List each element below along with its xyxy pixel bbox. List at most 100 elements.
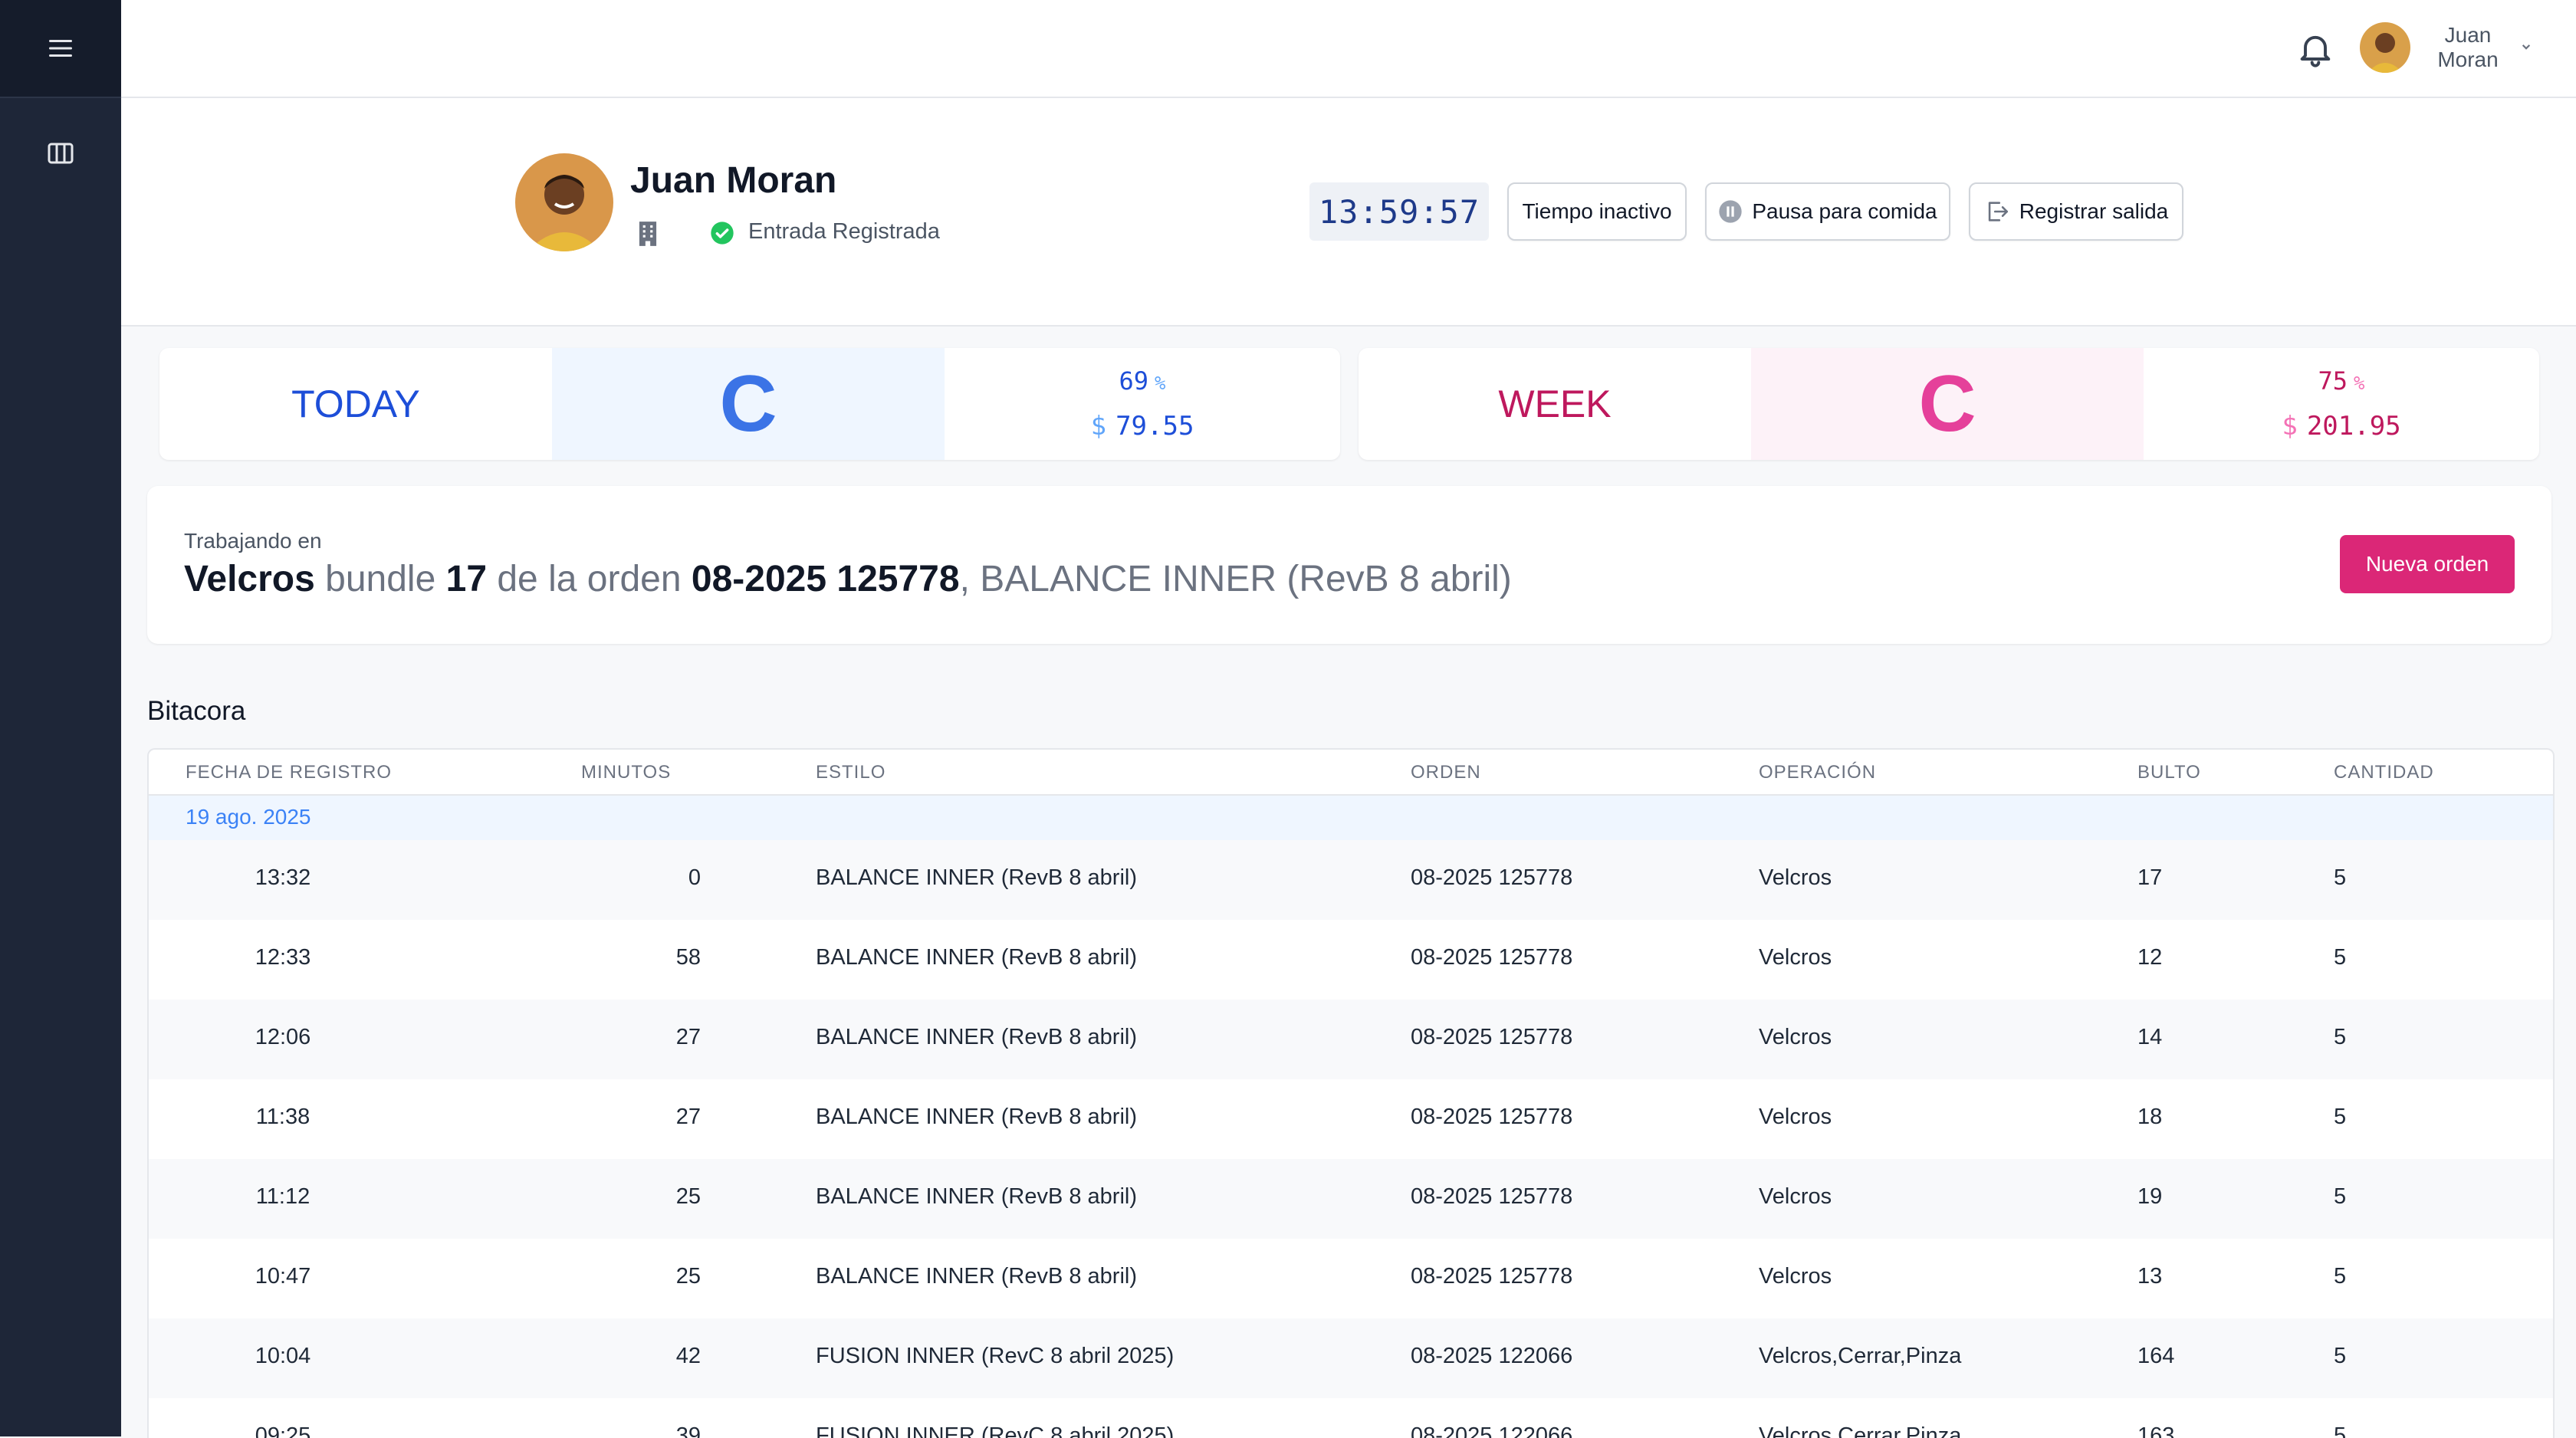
- week-values: 75% $201.95: [2144, 348, 2539, 460]
- current-work-card: Trabajando en Velcros bundle 17 de la or…: [147, 486, 2551, 644]
- table-row[interactable]: 10:04 42 FUSION INNER (RevC 8 abril 2025) 0…: [149, 1318, 2553, 1398]
- cell-operation: Velcros,Cerrar,Pinza: [1759, 1423, 1962, 1438]
- sidebar: [0, 0, 121, 1436]
- column-header-date[interactable]: FECHA DE REGISTRO: [186, 762, 392, 783]
- column-header-operation[interactable]: OPERACIÓN: [1759, 762, 1876, 783]
- table-header: FECHA DE REGISTRO MINUTOS ESTILO ORDEN O…: [149, 750, 2553, 796]
- cell-quantity: 5: [2334, 1184, 2347, 1209]
- columns-icon: [48, 143, 74, 164]
- cell-style: BALANCE INNER (RevB 8 abril): [816, 1025, 1137, 1049]
- cell-operation: Velcros,Cerrar,Pinza: [1759, 1344, 1962, 1368]
- cell-style: BALANCE INNER (RevB 8 abril): [816, 1184, 1137, 1209]
- cell-style: BALANCE INNER (RevB 8 abril): [816, 865, 1137, 890]
- column-header-bundle[interactable]: BULTO: [2137, 762, 2201, 783]
- cell-order: 08-2025 125778: [1411, 865, 1573, 890]
- cell-style: BALANCE INNER (RevB 8 abril): [816, 945, 1137, 970]
- work-order: 08-2025 125778: [691, 559, 960, 599]
- column-header-style[interactable]: ESTILO: [816, 762, 886, 783]
- cell-quantity: 5: [2334, 1344, 2347, 1368]
- sidebar-item-board[interactable]: [0, 98, 121, 208]
- notifications-button[interactable]: [2295, 29, 2335, 69]
- cell-operation: Velcros: [1759, 945, 1832, 970]
- user-menu-name[interactable]: Juan Moran: [2426, 23, 2510, 72]
- cell-style: BALANCE INNER (RevB 8 abril): [816, 1264, 1137, 1289]
- cell-style: BALANCE INNER (RevB 8 abril): [816, 1105, 1137, 1129]
- cell-minutes: 42: [675, 1344, 701, 1368]
- table-row[interactable]: 13:32 0 BALANCE INNER (RevB 8 abril) 08-202…: [149, 840, 2553, 920]
- week-percent: 75: [2318, 366, 2348, 396]
- week-stats-card: WEEK C 75% $201.95: [1359, 348, 2539, 460]
- cell-time: 11:38: [255, 1105, 310, 1129]
- cell-order: 08-2025 125778: [1411, 1025, 1573, 1049]
- user-menu-toggle[interactable]: [2516, 37, 2536, 57]
- cell-minutes: 27: [675, 1025, 701, 1049]
- cell-style: FUSION INNER (RevC 8 abril 2025): [816, 1344, 1175, 1368]
- today-amount: 79.55: [1116, 411, 1194, 442]
- menu-toggle-button[interactable]: [0, 0, 121, 98]
- work-style: BALANCE INNER (RevB 8 abril): [980, 559, 1512, 599]
- cell-order: 08-2025 125778: [1411, 1105, 1573, 1129]
- today-currency: $: [1090, 411, 1107, 442]
- column-header-order[interactable]: ORDEN: [1411, 762, 1481, 783]
- idle-time-label: Tiempo inactivo: [1522, 199, 1672, 223]
- table-row[interactable]: 10:47 25 BALANCE INNER (RevB 8 abril) 08-20…: [149, 1239, 2553, 1318]
- cell-minutes: 25: [675, 1264, 701, 1289]
- cell-minutes: 39: [675, 1423, 701, 1438]
- cell-bundle: 13: [2137, 1264, 2163, 1289]
- checkout-button[interactable]: Registrar salida: [1969, 182, 2183, 241]
- lunch-pause-button[interactable]: Pausa para comida: [1705, 182, 1950, 241]
- table-row[interactable]: 11:38 27 BALANCE INNER (RevB 8 abril) 08-20…: [149, 1079, 2553, 1159]
- cell-quantity: 5: [2334, 1025, 2347, 1049]
- session-clock: 13:59:57: [1309, 182, 1489, 241]
- week-amount: 201.95: [2306, 411, 2401, 442]
- column-header-minutes[interactable]: MINUTOS: [581, 762, 671, 783]
- table-row[interactable]: 11:12 25 BALANCE INNER (RevB 8 abril) 08-20…: [149, 1159, 2553, 1239]
- logout-icon: [1984, 199, 2010, 225]
- cell-operation: Velcros: [1759, 1264, 1832, 1289]
- new-order-button[interactable]: Nueva orden: [2340, 535, 2515, 593]
- table-body: 13:32 0 BALANCE INNER (RevB 8 abril) 08-202…: [149, 840, 2553, 1438]
- table-row[interactable]: 09:25 39 FUSION INNER (RevC 8 abril 2025) 0…: [149, 1398, 2553, 1438]
- cell-order: 08-2025 125778: [1411, 945, 1573, 970]
- cell-minutes: 27: [675, 1105, 701, 1129]
- check-circle-icon: [710, 221, 734, 245]
- work-operation: Velcros: [184, 559, 315, 599]
- cell-bundle: 14: [2137, 1025, 2163, 1049]
- building-icon: [633, 219, 662, 248]
- work-bundle-word: bundle: [325, 559, 436, 599]
- profile-avatar: [515, 153, 613, 251]
- work-order-word: de la orden: [497, 559, 682, 599]
- user-avatar[interactable]: [2360, 22, 2410, 73]
- table-row[interactable]: 12:33 58 BALANCE INNER (RevB 8 abril) 08-20…: [149, 920, 2553, 1000]
- log-table: FECHA DE REGISTRO MINUTOS ESTILO ORDEN O…: [147, 748, 2555, 1438]
- cell-quantity: 5: [2334, 865, 2347, 890]
- week-grade: C: [1751, 348, 2144, 460]
- cell-bundle: 12: [2137, 945, 2163, 970]
- cell-time: 11:12: [255, 1184, 310, 1209]
- today-label: TODAY: [291, 382, 420, 425]
- cell-bundle: 17: [2137, 865, 2163, 890]
- cell-bundle: 18: [2137, 1105, 2163, 1129]
- cell-style: FUSION INNER (RevC 8 abril 2025): [816, 1423, 1175, 1438]
- idle-time-button[interactable]: Tiempo inactivo: [1507, 182, 1687, 241]
- work-bundle: 17: [445, 559, 488, 599]
- cell-operation: Velcros: [1759, 865, 1832, 890]
- checkin-status: Entrada Registrada: [748, 219, 940, 244]
- top-bar: [121, 0, 2576, 98]
- profile-name: Juan Moran: [630, 160, 837, 201]
- cell-quantity: 5: [2334, 1423, 2347, 1438]
- cell-order: 08-2025 122066: [1411, 1423, 1573, 1438]
- today-values: 69% $79.55: [945, 348, 1340, 460]
- today-grade: C: [552, 348, 945, 460]
- date-group-row: 19 ago. 2025: [149, 796, 2553, 840]
- cell-order: 08-2025 122066: [1411, 1344, 1573, 1368]
- pause-icon: [1718, 199, 1743, 224]
- cell-minutes: 25: [675, 1184, 701, 1209]
- current-work-summary: Velcros bundle 17 de la orden 08-2025 12…: [184, 559, 1512, 599]
- week-percent-unit: %: [2354, 373, 2365, 394]
- bell-icon: [2300, 35, 2331, 67]
- table-row[interactable]: 12:06 27 BALANCE INNER (RevB 8 abril) 08-20…: [149, 1000, 2553, 1079]
- column-header-quantity[interactable]: CANTIDAD: [2334, 762, 2434, 783]
- today-percent-unit: %: [1155, 373, 1166, 394]
- cell-bundle: 19: [2137, 1184, 2163, 1209]
